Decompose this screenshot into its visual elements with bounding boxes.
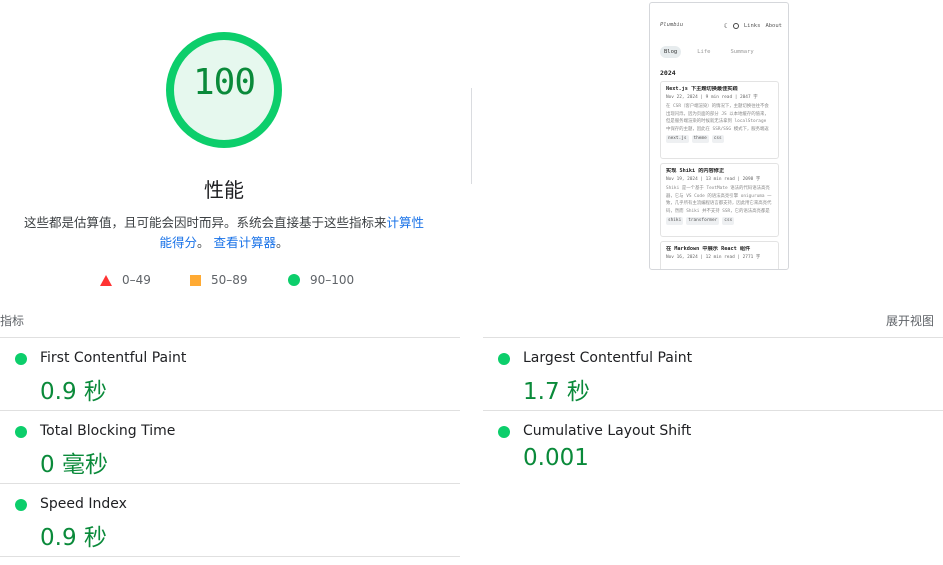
thumb-nav: ☾ Links About (724, 22, 782, 30)
thumb-nav-about: About (765, 23, 782, 29)
moon-icon: ☾ (723, 22, 728, 30)
metric-name: First Contentful Paint (40, 350, 187, 366)
thumb-tag: next.js (666, 135, 689, 143)
metric-lcp: Largest Contentful Paint 1.7 秒 (483, 338, 923, 410)
thumb-card-tags: next.js theme css (666, 135, 773, 143)
legend-fail: 0–49 (100, 273, 151, 287)
description-text: 这些都是估算值，且可能会因时而异。系统会直接基于这些指标来 (23, 215, 387, 230)
thumb-header: Plumbiu ☾ Links About (660, 22, 782, 32)
metric-value: 1.7 秒 (523, 379, 590, 405)
metric-name: Cumulative Layout Shift (523, 423, 692, 439)
thumb-tabs: Blog Life Summary (660, 46, 758, 58)
thumb-card-meta: Nov 22, 2024 | 9 min read | 2047 字 (666, 94, 758, 100)
thumb-card: 在 Markdown 中展示 React 组件 Nov 16, 2024 | 1… (660, 241, 779, 269)
thumb-card-body: 在 CSR（客户端渲染）的情况下，主题切换往往不会出现闪烁，因为页面的部分 JS… (666, 104, 769, 132)
metrics-label: 指标 (0, 314, 25, 328)
description-end: 。 (276, 235, 289, 250)
metric-fcp: First Contentful Paint 0.9 秒 (0, 338, 440, 410)
thumb-tag: css (711, 135, 724, 143)
thumb-card-title: Next.js 下主题切换最佳实践 (666, 86, 738, 92)
page-screenshot-thumbnail: Plumbiu ☾ Links About Blog Life Summary … (649, 2, 789, 270)
gauge-description: 这些都是估算值，且可能会因时而异。系统会直接基于这些指标来计算性能得分。 查看计… (20, 213, 428, 253)
metric-value: 0.001 (523, 445, 589, 471)
expand-view-toggle[interactable]: 展开视图 (886, 312, 934, 329)
thumb-tab-blog: Blog (660, 46, 682, 58)
thumb-card: 实现 Shiki 的内容修正 Nov 19, 2024 | 13 min rea… (660, 163, 779, 237)
pass-circle-icon (15, 426, 27, 438)
description-separator: 。 (196, 235, 210, 250)
gauge-title: 性能 (204, 178, 244, 202)
thumb-card-title: 实现 Shiki 的内容修正 (666, 168, 725, 174)
metric-name: Total Blocking Time (40, 423, 176, 439)
thumb-tag: transformer (686, 217, 720, 225)
thumb-tag: css (722, 217, 735, 225)
view-calculator-link[interactable]: 查看计算器 (213, 235, 276, 250)
legend-average: 50–89 (190, 273, 248, 287)
thumb-brand: Plumbiu (660, 22, 684, 28)
thumb-tab-life: Life (697, 49, 711, 55)
performance-gauge-section: 100 性能 这些都是估算值，且可能会因时而异。系统会直接基于这些指标来计算性能… (0, 0, 448, 300)
metrics-divider (0, 556, 460, 557)
circle-icon (288, 274, 300, 286)
thumb-card-meta: Nov 19, 2024 | 13 min read | 2098 字 (666, 176, 761, 182)
pass-circle-icon (498, 353, 510, 365)
pass-circle-icon (15, 499, 27, 511)
thumb-tag: theme (691, 135, 709, 143)
metric-value: 0.9 秒 (40, 525, 107, 551)
metric-name: Speed Index (40, 496, 127, 512)
legend-fail-range: 0–49 (122, 273, 151, 287)
thumb-tag: shiki (666, 217, 684, 225)
vertical-divider (471, 88, 472, 184)
square-icon (190, 274, 201, 286)
thumb-card: Next.js 下主题切换最佳实践 Nov 22, 2024 | 9 min r… (660, 81, 779, 159)
legend-pass-range: 90–100 (310, 273, 355, 287)
metric-value: 0 毫秒 (40, 452, 108, 478)
thumb-card-title: 在 Markdown 中展示 React 组件 (666, 246, 751, 252)
legend-average-range: 50–89 (211, 273, 248, 287)
performance-score: 100 (192, 62, 256, 103)
metric-si: Speed Index 0.9 秒 (0, 484, 440, 556)
thumb-year: 2024 (660, 69, 676, 77)
thumb-nav-links: Links (743, 23, 761, 29)
triangle-icon (100, 274, 112, 286)
thumb-card-body: Shiki 是一个基于 TextMate 语法的代码语法高亮器，它与 VS Co… (666, 186, 772, 214)
metric-value: 0.9 秒 (40, 379, 107, 405)
thumb-card-meta: Nov 16, 2024 | 12 min read | 2771 字 (666, 254, 761, 260)
github-icon (732, 23, 739, 29)
metrics-header: 指标 展开视图 (0, 312, 943, 328)
thumb-tab-summary: Summary (730, 49, 754, 55)
legend-pass: 90–100 (288, 273, 354, 287)
pass-circle-icon (15, 353, 27, 365)
metric-cls: Cumulative Layout Shift 0.001 (483, 411, 923, 483)
pass-circle-icon (498, 426, 510, 438)
metric-name: Largest Contentful Paint (523, 350, 693, 366)
thumb-card-tags: shiki transformer css (666, 217, 773, 225)
score-legend: 0–49 50–89 90–100 (0, 273, 448, 289)
metric-tbt: Total Blocking Time 0 毫秒 (0, 411, 440, 483)
